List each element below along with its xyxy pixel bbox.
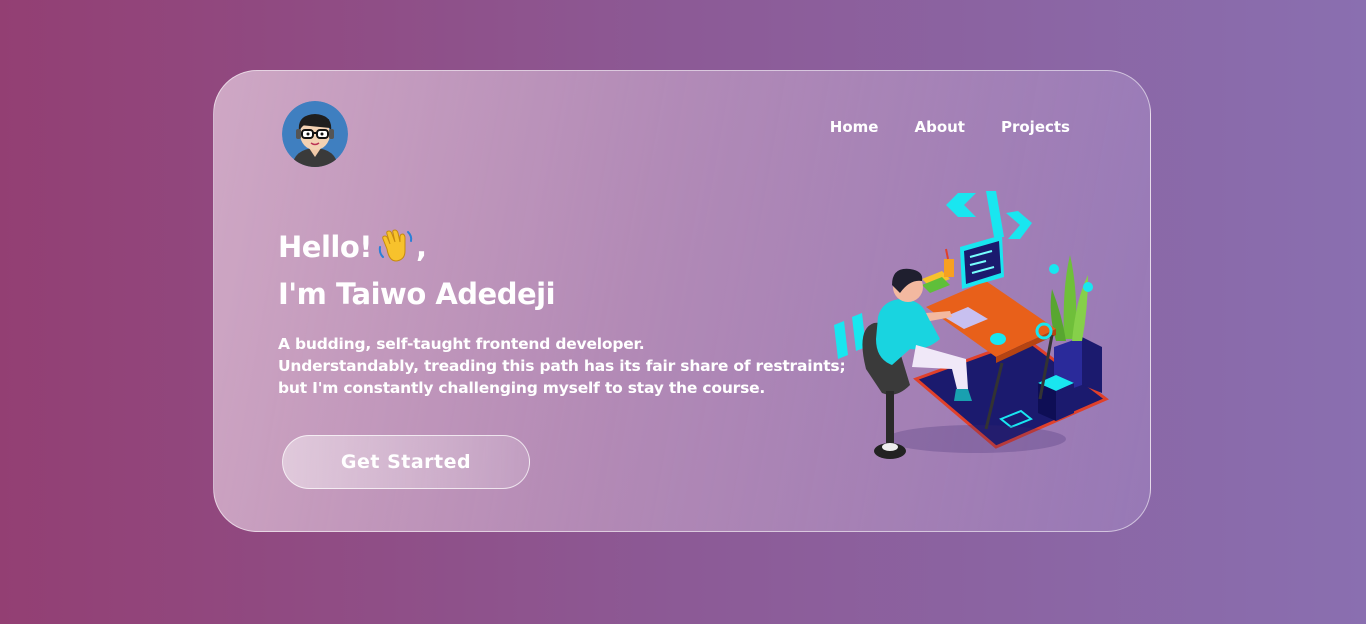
get-started-button[interactable]: Get Started — [282, 435, 530, 489]
hero-heading: Hello! , I'm Taiwo Adedeji — [278, 227, 556, 315]
avatar-icon — [282, 101, 348, 167]
greeting-suffix: , — [415, 230, 427, 264]
greeting-text: Hello! — [278, 230, 372, 264]
main-nav: Home About Projects — [830, 118, 1070, 136]
nav-home-link[interactable]: Home — [830, 118, 879, 136]
bio-line: A budding, self-taught frontend develope… — [278, 335, 645, 353]
hero-card: Home About Projects Hello! , I'm Taiwo A… — [213, 70, 1151, 532]
nav-projects-link[interactable]: Projects — [1001, 118, 1070, 136]
bio-line: Understandably, treading this path has i… — [278, 357, 846, 375]
developer-desk-illustration — [826, 189, 1116, 479]
bio-text: A budding, self-taught frontend develope… — [278, 333, 846, 399]
name-line: I'm Taiwo Adedeji — [278, 277, 556, 311]
waving-hand-icon — [378, 227, 414, 274]
nav-about-link[interactable]: About — [914, 118, 965, 136]
greeting-line: Hello! , — [278, 227, 555, 274]
bio-line: but I'm constantly challenging myself to… — [278, 379, 766, 397]
avatar[interactable] — [282, 101, 348, 167]
